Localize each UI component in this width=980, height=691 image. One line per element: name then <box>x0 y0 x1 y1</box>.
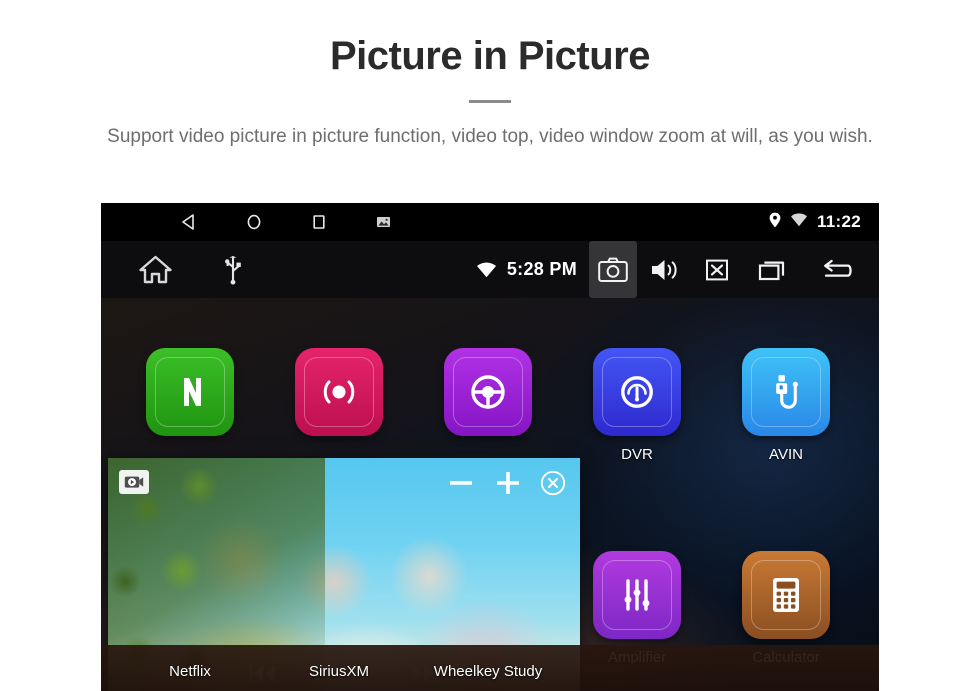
toolbar-clock: 5:28 PM <box>506 259 577 279</box>
gauge-icon <box>621 376 653 408</box>
usb-icon[interactable] <box>209 246 257 294</box>
toolbar-right-group: 5:28 PM <box>476 241 879 298</box>
dock-strip: Netflix SiriusXM Wheelkey Study <box>101 645 879 691</box>
radio-glyph-icon <box>323 380 355 404</box>
pip-controls <box>446 468 566 498</box>
wifi-icon <box>790 212 808 232</box>
app-avin-label: AVIN <box>769 446 803 463</box>
pip-close-button[interactable] <box>540 470 566 496</box>
title-divider <box>469 100 511 103</box>
recents-button[interactable] <box>745 241 803 298</box>
back-triangle-icon[interactable] <box>156 203 221 241</box>
back-button[interactable] <box>807 241 865 298</box>
app-avin[interactable]: AVIN <box>742 348 830 463</box>
location-pin-icon <box>769 212 781 233</box>
page-title: Picture in Picture <box>330 34 650 78</box>
status-bar-clock: 11:22 <box>816 212 861 231</box>
pip-zoom-out-button[interactable] <box>446 468 476 498</box>
app-calculator-tile <box>742 551 830 639</box>
app-amplifier-tile <box>593 551 681 639</box>
toolbar-left-group <box>101 246 257 294</box>
volume-button[interactable] <box>641 241 689 298</box>
pip-zoom-in-button[interactable] <box>493 468 523 498</box>
home-circle-icon[interactable] <box>221 203 286 241</box>
dock-label-netflix[interactable]: Netflix <box>169 663 211 680</box>
camera-button[interactable] <box>589 241 637 298</box>
page-subtitle: Support video picture in picture functio… <box>107 126 873 147</box>
sliders-icon <box>624 579 650 611</box>
status-bar-nav-group <box>101 203 416 241</box>
rca-plug-icon <box>776 375 798 409</box>
recents-square-icon[interactable] <box>286 203 351 241</box>
video-badge-icon <box>119 470 149 494</box>
device-screen: 11:22 5:28 PM DVR AVIN Netflix SiriusXM … <box>101 203 879 691</box>
steering-wheel-icon <box>471 375 505 409</box>
app-dvr-tile <box>593 348 681 436</box>
promo-header: Picture in Picture Support video picture… <box>0 0 980 151</box>
status-bar-indicators: 11:22 <box>769 212 879 233</box>
android-toolbar: 5:28 PM <box>101 241 879 298</box>
app-dvr-label: DVR <box>621 446 653 463</box>
dock-label-wheelkey[interactable]: Wheelkey Study <box>434 663 542 680</box>
dock-label-siriusxm[interactable]: SiriusXM <box>309 663 369 680</box>
netflix-glyph-icon <box>184 378 201 406</box>
wifi-icon <box>476 262 497 278</box>
close-app-button[interactable] <box>693 241 741 298</box>
home-icon[interactable] <box>131 246 179 294</box>
android-status-bar: 11:22 <box>101 203 879 241</box>
screenshot-icon[interactable] <box>351 203 416 241</box>
app-dvr[interactable]: DVR <box>593 348 681 463</box>
home-screen-wallpaper: DVR AVIN Amplifier Calculator <box>101 298 879 691</box>
calculator-icon <box>773 578 799 612</box>
app-avin-tile <box>742 348 830 436</box>
